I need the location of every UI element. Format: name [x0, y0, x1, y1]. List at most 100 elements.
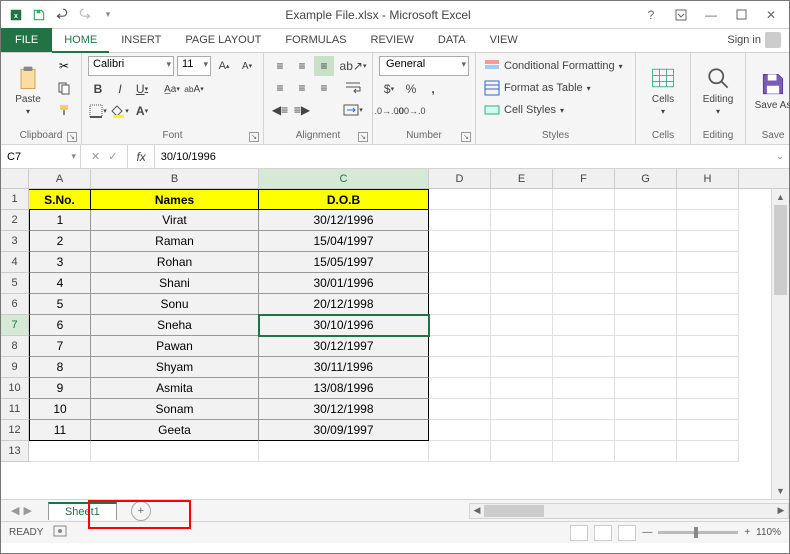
row-header-5[interactable]: 5 [1, 273, 29, 294]
cell-F12[interactable] [553, 420, 615, 441]
tab-formulas[interactable]: FORMULAS [273, 28, 358, 52]
cell-H10[interactable] [677, 378, 739, 399]
row-header-12[interactable]: 12 [1, 420, 29, 441]
cell-H2[interactable] [677, 210, 739, 231]
cell-A13[interactable] [29, 441, 91, 462]
spreadsheet-grid[interactable]: ABCDEFGH 1S.No.NamesD.O.B21Virat30/12/19… [1, 169, 789, 499]
font-dialog-icon[interactable]: ↘ [249, 132, 259, 142]
align-right-icon[interactable]: ≡ [314, 78, 334, 98]
font-aa-button[interactable]: A̲a▾ [162, 79, 182, 99]
cell-B5[interactable]: Shani [91, 273, 259, 294]
cell-E3[interactable] [491, 231, 553, 252]
cell-D6[interactable] [429, 294, 491, 315]
zoom-slider[interactable] [658, 531, 738, 534]
scroll-right-icon[interactable]: ▶ [774, 505, 788, 516]
cell-E1[interactable] [491, 189, 553, 210]
row-header-11[interactable]: 11 [1, 399, 29, 420]
cell-F13[interactable] [553, 441, 615, 462]
cell-B11[interactable]: Sonam [91, 399, 259, 420]
sheet-tab-sheet1[interactable]: Sheet1 [48, 502, 117, 520]
accounting-format-icon[interactable]: $▾ [379, 79, 399, 99]
cell-H13[interactable] [677, 441, 739, 462]
zoom-level[interactable]: 110% [756, 527, 781, 538]
cell-C6[interactable]: 20/12/1998 [259, 294, 429, 315]
column-header-B[interactable]: B [91, 169, 259, 188]
row-header-4[interactable]: 4 [1, 252, 29, 273]
decrease-decimal-icon[interactable]: .00→.0 [401, 101, 421, 121]
cell-G10[interactable] [615, 378, 677, 399]
close-icon[interactable]: ✕ [757, 4, 785, 26]
increase-indent-icon[interactable]: ≡▶ [292, 100, 312, 120]
cell-F1[interactable] [553, 189, 615, 210]
expand-formula-bar-icon[interactable]: ⌄ [771, 145, 789, 168]
select-all-corner[interactable] [1, 169, 29, 188]
ribbon-options-icon[interactable] [667, 4, 695, 26]
cell-D10[interactable] [429, 378, 491, 399]
cell-G5[interactable] [615, 273, 677, 294]
cell-E11[interactable] [491, 399, 553, 420]
cell-E5[interactable] [491, 273, 553, 294]
cell-E4[interactable] [491, 252, 553, 273]
cell-G7[interactable] [615, 315, 677, 336]
align-top-icon[interactable]: ≡ [270, 56, 290, 76]
cell-H11[interactable] [677, 399, 739, 420]
sheet-next-icon[interactable]: ▶ [23, 504, 31, 517]
save-icon[interactable] [28, 4, 50, 26]
normal-view-icon[interactable] [570, 525, 588, 541]
cell-D1[interactable] [429, 189, 491, 210]
cell-G6[interactable] [615, 294, 677, 315]
minimize-icon[interactable]: ― [697, 4, 725, 26]
page-layout-view-icon[interactable] [594, 525, 612, 541]
tab-page-layout[interactable]: PAGE LAYOUT [173, 28, 273, 52]
column-header-D[interactable]: D [429, 169, 491, 188]
row-header-3[interactable]: 3 [1, 231, 29, 252]
zoom-out-icon[interactable]: ― [642, 527, 652, 538]
underline-button[interactable]: U▾ [132, 79, 152, 99]
cell-F10[interactable] [553, 378, 615, 399]
cell-A6[interactable]: 5 [29, 294, 91, 315]
row-header-6[interactable]: 6 [1, 294, 29, 315]
cell-A9[interactable]: 8 [29, 357, 91, 378]
page-break-view-icon[interactable] [618, 525, 636, 541]
cell-E9[interactable] [491, 357, 553, 378]
row-header-1[interactable]: 1 [1, 189, 29, 210]
cell-styles-button[interactable]: Cell Styles ▾ [482, 100, 629, 120]
column-header-E[interactable]: E [491, 169, 553, 188]
cell-D2[interactable] [429, 210, 491, 231]
font-phonetic-button[interactable]: abA▾ [184, 79, 204, 99]
font-color-button[interactable]: A▾ [132, 101, 152, 121]
cell-B3[interactable]: Raman [91, 231, 259, 252]
cell-H12[interactable] [677, 420, 739, 441]
paste-button[interactable]: Paste▾ [7, 56, 49, 124]
cell-C13[interactable] [259, 441, 429, 462]
editing-button[interactable]: Editing▾ [697, 56, 739, 124]
cell-G4[interactable] [615, 252, 677, 273]
merge-icon[interactable]: ▾ [340, 100, 366, 120]
number-format-select[interactable]: General [379, 56, 469, 76]
cell-B4[interactable]: Rohan [91, 252, 259, 273]
save-as-button[interactable]: Save As [752, 56, 790, 124]
horizontal-scrollbar[interactable]: ◀ ▶ [469, 503, 789, 519]
cell-B9[interactable]: Shyam [91, 357, 259, 378]
column-header-H[interactable]: H [677, 169, 739, 188]
tab-insert[interactable]: INSERT [109, 28, 173, 52]
cell-F4[interactable] [553, 252, 615, 273]
enter-formula-icon[interactable]: ✓ [108, 150, 117, 163]
cell-C12[interactable]: 30/09/1997 [259, 420, 429, 441]
cell-B8[interactable]: Pawan [91, 336, 259, 357]
cell-A2[interactable]: 1 [29, 210, 91, 231]
cell-B10[interactable]: Asmita [91, 378, 259, 399]
cell-A4[interactable]: 3 [29, 252, 91, 273]
scroll-thumb[interactable] [774, 205, 787, 295]
cell-E2[interactable] [491, 210, 553, 231]
decrease-font-icon[interactable]: A▾ [237, 56, 257, 76]
cell-D12[interactable] [429, 420, 491, 441]
format-as-table-button[interactable]: Format as Table ▾ [482, 78, 629, 98]
sheet-prev-icon[interactable]: ◀ [11, 504, 19, 517]
cell-D13[interactable] [429, 441, 491, 462]
cell-D11[interactable] [429, 399, 491, 420]
cell-B12[interactable]: Geeta [91, 420, 259, 441]
column-header-C[interactable]: C [259, 169, 429, 188]
row-header-7[interactable]: 7 [1, 315, 29, 336]
cell-D5[interactable] [429, 273, 491, 294]
